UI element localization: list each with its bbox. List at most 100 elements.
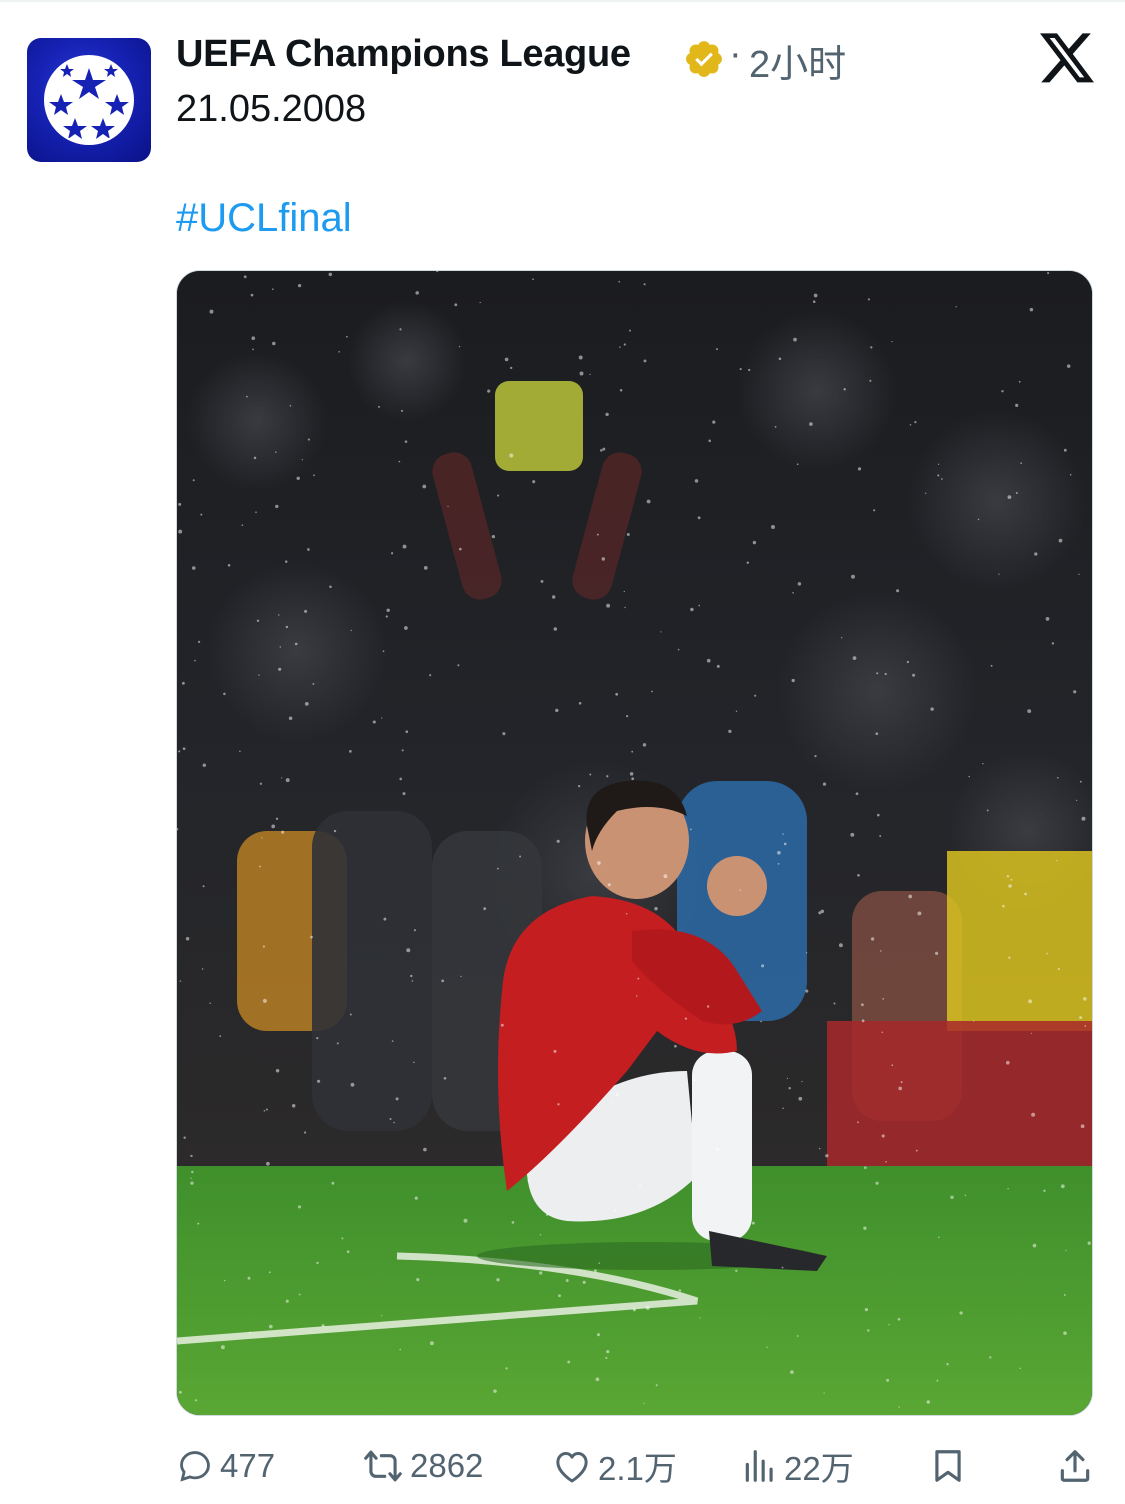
rain-speck <box>372 720 376 724</box>
rain-speck <box>596 533 599 536</box>
rain-speck <box>1024 892 1027 896</box>
rain-speck <box>447 505 449 508</box>
rain-speck <box>1056 859 1058 862</box>
rain-speck <box>411 980 414 982</box>
rain-speck <box>553 627 558 631</box>
views-button[interactable]: 22万 <box>742 1436 854 1496</box>
rain-speck <box>552 595 556 599</box>
rain-speck <box>654 906 658 911</box>
rain-speck <box>333 829 337 833</box>
rain-speck <box>897 1317 901 1321</box>
hashtag-link[interactable]: #UCLfinal <box>176 196 352 241</box>
rain-speck <box>1080 1124 1085 1129</box>
rain-speck <box>405 730 409 734</box>
rain-speck <box>838 943 843 948</box>
rain-speck <box>253 456 257 460</box>
rain-speck <box>239 750 241 753</box>
rain-speck <box>735 1269 738 1272</box>
rain-speck <box>192 479 195 482</box>
rain-speck <box>246 395 248 398</box>
rain-speck <box>822 782 827 786</box>
rain-speck <box>900 1081 903 1084</box>
rain-speck <box>496 867 499 870</box>
rain-speck <box>321 1324 325 1328</box>
rain-speck <box>796 1335 799 1337</box>
rain-speck <box>643 359 647 363</box>
rain-speck <box>178 750 181 753</box>
rain-speck <box>220 1345 225 1350</box>
rain-speck <box>638 1184 642 1188</box>
rain-speck <box>651 690 653 693</box>
rain-speck <box>307 438 310 441</box>
x-logo-icon[interactable] <box>1040 33 1096 85</box>
rain-speck <box>706 1005 710 1008</box>
avatar[interactable] <box>27 38 151 162</box>
rain-speck <box>1008 956 1011 959</box>
rain-speck <box>752 540 757 545</box>
rain-speck <box>941 478 943 480</box>
rain-speck <box>596 1333 601 1337</box>
rain-speck <box>1063 1293 1066 1296</box>
rain-speck <box>1001 390 1004 393</box>
rain-speck <box>632 1308 636 1312</box>
rain-speck <box>615 692 619 696</box>
rain-speck <box>697 516 701 520</box>
rain-speck <box>739 889 741 891</box>
reply-button[interactable]: 477 <box>176 1436 275 1496</box>
rain-speck <box>699 1317 701 1319</box>
champions-league-starball-logo <box>44 55 134 145</box>
rain-speck <box>936 1379 939 1382</box>
rain-speck <box>190 1181 194 1185</box>
rain-speck <box>766 1346 768 1348</box>
post-photo[interactable] <box>176 270 1093 1416</box>
rain-speck <box>1065 1249 1067 1251</box>
rain-speck <box>642 743 647 747</box>
rain-speck <box>243 275 247 279</box>
rain-speck <box>1018 380 1021 383</box>
rain-speck <box>629 772 634 776</box>
like-count: 2.1万 <box>598 1450 677 1487</box>
rain-speck <box>1045 617 1050 621</box>
rain-speck <box>502 732 506 736</box>
rain-speck <box>381 717 383 719</box>
rain-speck <box>413 1061 415 1064</box>
rain-speck <box>888 1323 890 1326</box>
post-time-ago[interactable]: 2小时 <box>749 33 846 88</box>
rain-speck <box>812 300 816 303</box>
rain-speck <box>1043 1189 1046 1192</box>
rain-speck <box>818 911 822 915</box>
rain-speck <box>249 1331 251 1334</box>
repost-button[interactable]: 2862 <box>362 1436 483 1496</box>
like-button[interactable]: 2.1万 <box>552 1436 677 1496</box>
rain-speck <box>791 678 795 683</box>
rain-speck <box>615 1092 619 1097</box>
rain-speck <box>317 1079 321 1083</box>
rain-speck <box>833 1002 836 1005</box>
share-button[interactable] <box>1057 1436 1093 1496</box>
rain-speck <box>660 631 662 633</box>
rain-speck <box>882 998 885 1000</box>
rain-speck <box>1079 780 1082 783</box>
rain-speck <box>381 1315 383 1317</box>
rain-speck <box>1029 307 1034 312</box>
rain-speck <box>1047 272 1050 275</box>
rain-speck <box>457 664 460 667</box>
rain-speck <box>579 371 584 376</box>
author-name[interactable]: UEFA Champions League <box>176 33 631 76</box>
rain-speck <box>404 626 408 630</box>
rain-speck <box>1015 403 1019 407</box>
rain-speck <box>346 1250 350 1254</box>
rain-speck <box>429 674 432 677</box>
rain-speck <box>271 824 276 829</box>
rain-speck <box>631 750 634 753</box>
rain-speck <box>336 1042 339 1045</box>
rain-speck <box>331 1181 335 1185</box>
rain-speck <box>728 729 732 734</box>
rain-speck <box>1032 1243 1037 1248</box>
rain-speck <box>284 560 288 563</box>
rain-speck <box>399 1348 402 1351</box>
rain-speck <box>925 492 927 494</box>
bookmark-button[interactable] <box>930 1436 966 1496</box>
rain-speck <box>404 440 408 443</box>
rain-speck <box>1063 448 1067 452</box>
